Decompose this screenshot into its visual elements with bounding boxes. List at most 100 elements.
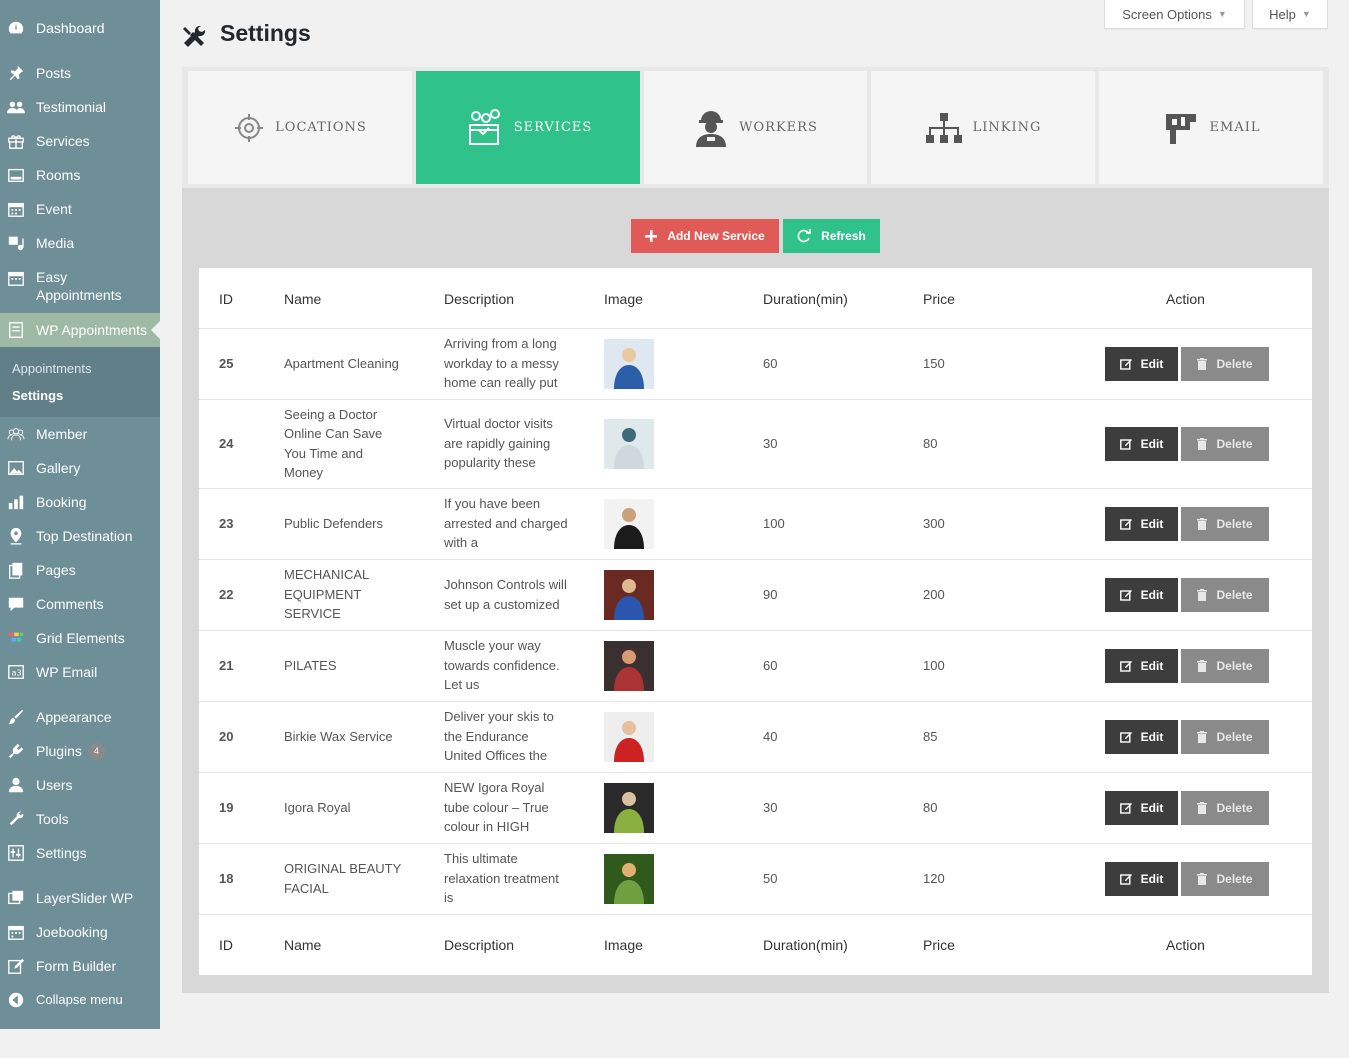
divider: [199, 488, 1312, 489]
sidebar-item-layerslider[interactable]: LayerSlider WP: [0, 881, 160, 915]
edit-button[interactable]: Edit: [1105, 577, 1178, 612]
cell-id: 21: [219, 657, 234, 673]
sidebar-item-comments[interactable]: Comments: [0, 587, 160, 621]
sidebar-item-top-destination[interactable]: Top Destination: [0, 519, 160, 553]
sidebar-item-member[interactable]: Member: [0, 417, 160, 451]
delete-button[interactable]: Delete: [1181, 346, 1269, 381]
trash-icon: [1197, 730, 1208, 743]
delete-button[interactable]: Delete: [1181, 577, 1269, 612]
header-price: Price: [923, 291, 955, 307]
sidebar-item-settings[interactable]: Settings: [0, 836, 160, 870]
sidebar-collapse-menu[interactable]: Collapse menu: [0, 983, 160, 1017]
edit-button[interactable]: Edit: [1105, 346, 1178, 381]
delete-button[interactable]: Delete: [1181, 790, 1269, 825]
chart-icon: [6, 492, 26, 512]
delete-button[interactable]: Delete: [1181, 426, 1269, 461]
submenu-item-appointments[interactable]: Appointments: [12, 361, 92, 376]
cell-description: Arriving from a long workday to a messy …: [444, 336, 559, 390]
sidebar-item-wp-appointments[interactable]: WP Appointments: [0, 313, 160, 347]
sidebar-item-joebooking[interactable]: Joebooking: [0, 915, 160, 949]
sidebar-item-dashboard[interactable]: Dashboard: [0, 11, 160, 45]
cell-id: 20: [219, 728, 234, 744]
edit-button[interactable]: Edit: [1105, 506, 1178, 541]
sidebar-item-pages[interactable]: Pages: [0, 553, 160, 587]
sidebar-item-services[interactable]: Services: [0, 124, 160, 158]
sidebar-item-plugins[interactable]: Plugins 4: [0, 734, 160, 768]
tab-linking[interactable]: LINKING: [871, 71, 1095, 184]
header-id: ID: [219, 291, 233, 307]
divider: [199, 399, 1312, 400]
sidebar-item-rooms[interactable]: Rooms: [0, 158, 160, 192]
footer-description: Description: [444, 937, 515, 953]
tab-services[interactable]: SERVICES: [416, 71, 640, 184]
help-button[interactable]: Help ▼: [1252, 0, 1328, 29]
tab-locations[interactable]: LOCATIONS: [188, 71, 412, 184]
edit-button[interactable]: Edit: [1105, 861, 1178, 896]
edit-button[interactable]: Edit: [1105, 426, 1178, 461]
cell-id: 25: [219, 355, 234, 371]
image-icon: [6, 458, 26, 478]
cell-description: NEW Igora Royal tube colour – True colou…: [444, 780, 549, 834]
sidebar-item-appearance[interactable]: Appearance: [0, 700, 160, 734]
cell-description: Muscle your way towards confidence. Let …: [444, 638, 560, 692]
sidebar-item-event[interactable]: Event: [0, 192, 160, 226]
tab-workers[interactable]: WORKERS: [644, 71, 867, 184]
edit-icon: [1119, 518, 1132, 530]
sidebar-item-wp-email[interactable]: a3 WP Email: [0, 655, 160, 689]
trash-icon: [1197, 872, 1208, 885]
location-icon: [6, 526, 26, 546]
trash-icon: [1197, 357, 1208, 370]
layers-icon: [6, 888, 26, 908]
wrench-icon: [6, 809, 26, 829]
edit-button[interactable]: Edit: [1105, 719, 1178, 754]
sidebar-item-gallery[interactable]: Gallery: [0, 451, 160, 485]
active-indicator: [151, 321, 160, 339]
sidebar-item-posts[interactable]: Posts: [0, 56, 160, 90]
add-new-service-button[interactable]: Add New Service: [631, 219, 779, 253]
cell-name: Birkie Wax Service: [284, 728, 393, 744]
email-icon: a3: [6, 662, 26, 682]
cell-price: 150: [923, 355, 945, 371]
services-table: ID Name Description Image Duration(min) …: [199, 268, 1312, 975]
delete-button[interactable]: Delete: [1181, 719, 1269, 754]
sidebar-item-users[interactable]: Users: [0, 768, 160, 802]
pin-icon: [6, 63, 26, 83]
sidebar-item-tools[interactable]: Tools: [0, 802, 160, 836]
trash-icon: [1197, 659, 1208, 672]
submenu-item-settings[interactable]: Settings: [12, 388, 63, 403]
delete-button[interactable]: Delete: [1181, 648, 1269, 683]
calendar-icon: [6, 922, 26, 942]
refresh-button[interactable]: Refresh: [783, 219, 880, 253]
footer-name: Name: [284, 937, 322, 953]
tab-email[interactable]: EMAIL: [1099, 71, 1323, 184]
hierarchy-icon: [925, 112, 963, 144]
delete-button[interactable]: Delete: [1181, 861, 1269, 896]
edit-button[interactable]: Edit: [1105, 790, 1178, 825]
plugins-update-badge: 4: [87, 742, 105, 760]
collapse-icon: [6, 990, 26, 1010]
screen-options-button[interactable]: Screen Options ▼: [1104, 0, 1245, 29]
sidebar-item-testimonial[interactable]: Testimonial: [0, 90, 160, 124]
cell-name: Apartment Cleaning: [284, 355, 399, 371]
edit-button[interactable]: Edit: [1105, 648, 1178, 683]
service-thumbnail: [604, 569, 654, 620]
cell-id: 24: [219, 435, 234, 451]
sidebar-item-booking[interactable]: Booking: [0, 485, 160, 519]
sidebar-item-easy-appointments[interactable]: Easy Appointments: [0, 262, 160, 314]
header-action: Action: [1166, 291, 1205, 307]
refresh-icon: [797, 229, 811, 243]
target-icon: [233, 112, 265, 144]
cell-duration: 60: [763, 355, 778, 371]
cell-name: PILATES: [284, 657, 337, 673]
sidebar-item-form-builder[interactable]: Form Builder: [0, 949, 160, 983]
delete-button[interactable]: Delete: [1181, 506, 1269, 541]
cell-duration: 100: [763, 515, 785, 531]
admin-sidebar: Dashboard Posts Testimonial Services Roo…: [0, 0, 160, 1029]
footer-image: Image: [604, 937, 643, 953]
footer-action: Action: [1166, 937, 1205, 953]
calendar-icon: [6, 199, 26, 219]
sidebar-item-media[interactable]: Media: [0, 226, 160, 260]
sidebar-item-grid-elements[interactable]: Grid Elements: [0, 621, 160, 655]
footer-price: Price: [923, 937, 955, 953]
calendar-icon: [6, 268, 26, 288]
